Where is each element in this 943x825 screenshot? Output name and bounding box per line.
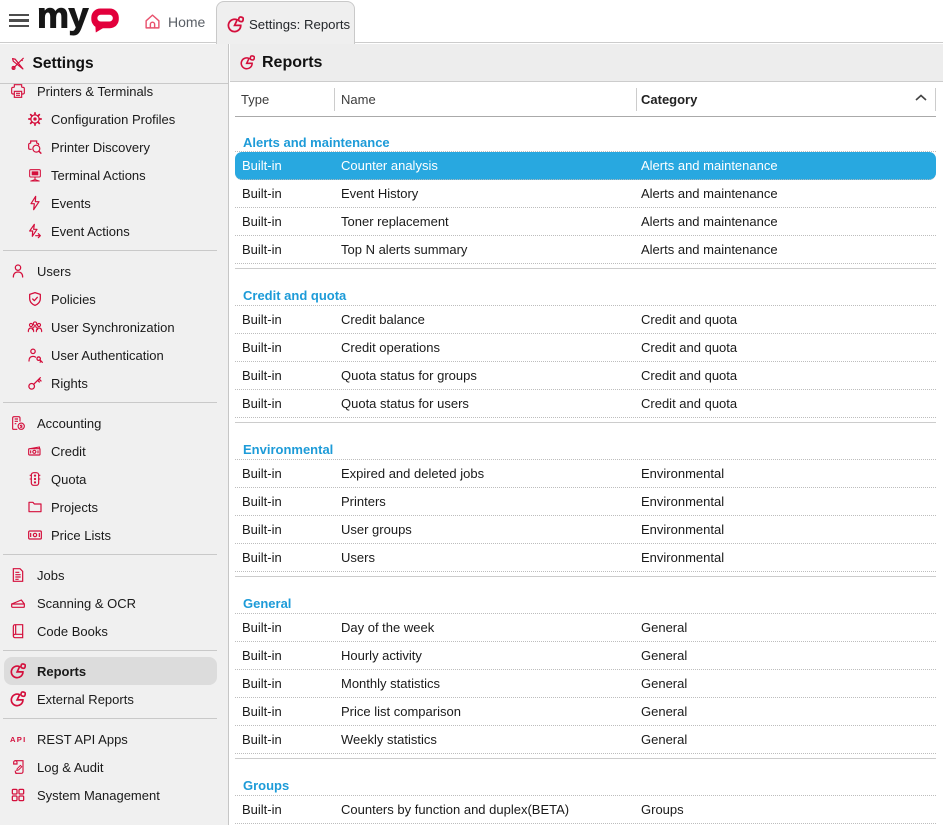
- svg-text:my: my: [37, 0, 89, 36]
- svg-text:API: API: [10, 735, 25, 744]
